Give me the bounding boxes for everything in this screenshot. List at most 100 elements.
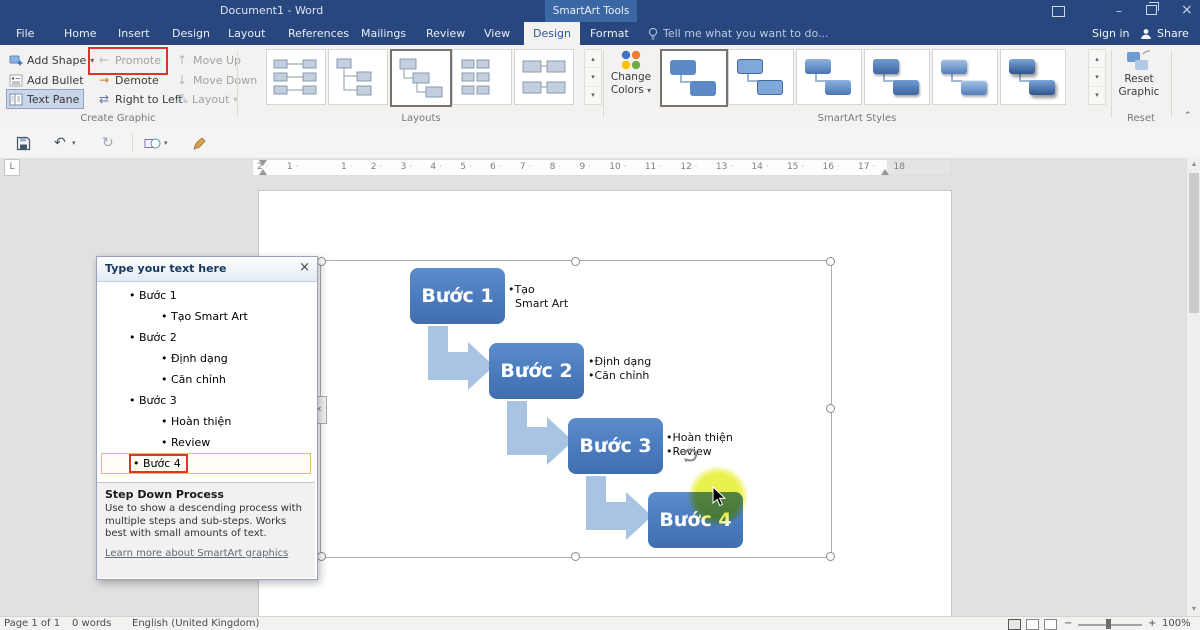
layout-thumbnail-selected[interactable] bbox=[390, 49, 452, 107]
tab-review[interactable]: Review bbox=[420, 22, 471, 45]
learn-more-link[interactable]: Learn more about SmartArt graphics bbox=[105, 548, 288, 559]
smartart-style-thumbnail-selected[interactable] bbox=[660, 49, 728, 107]
scroll-up-icon[interactable]: ▴ bbox=[1187, 157, 1200, 171]
text-pane-item[interactable]: Hoàn thiện bbox=[101, 411, 311, 432]
smartart-shape-buoc-2[interactable]: Bước 2 bbox=[489, 343, 584, 399]
move-down-button[interactable]: ↓ Move Down bbox=[172, 70, 260, 90]
undo-dropdown-icon[interactable]: ▾ bbox=[72, 139, 76, 147]
selection-handle[interactable] bbox=[826, 257, 835, 266]
layout-thumbnail[interactable] bbox=[452, 49, 512, 105]
smartart-style-thumbnail[interactable] bbox=[1000, 49, 1066, 105]
move-up-button[interactable]: ↑ Move Up bbox=[172, 50, 244, 70]
smartart-style-thumbnail[interactable] bbox=[728, 49, 794, 105]
demote-button[interactable]: → Demote bbox=[94, 70, 162, 90]
layout-thumbnail[interactable] bbox=[266, 49, 326, 105]
minimize-icon[interactable]: – bbox=[1116, 3, 1122, 19]
selection-handle[interactable] bbox=[826, 404, 835, 413]
web-layout-button[interactable] bbox=[1044, 619, 1057, 630]
undo-button[interactable]: ↶ bbox=[54, 134, 66, 152]
change-colors-button[interactable]: Change Colors ▾ bbox=[608, 49, 654, 97]
zoom-slider-thumb[interactable] bbox=[1106, 619, 1111, 629]
shapes-tool-button[interactable] bbox=[144, 134, 161, 152]
close-icon[interactable]: × bbox=[299, 260, 310, 275]
share-button[interactable]: Share bbox=[1140, 22, 1189, 45]
tab-insert[interactable]: Insert bbox=[112, 22, 156, 45]
text-pane-item[interactable]: Căn chỉnh bbox=[101, 369, 311, 390]
first-line-indent-marker[interactable] bbox=[259, 160, 267, 166]
promote-button[interactable]: ← Promote bbox=[94, 50, 164, 70]
smartart-note-step-2[interactable]: Định dạng Căn chỉnh bbox=[588, 355, 660, 383]
text-pane-item[interactable]: Review bbox=[101, 432, 311, 453]
restore-window-icon[interactable] bbox=[1146, 1, 1157, 19]
tab-home[interactable]: Home bbox=[58, 22, 102, 45]
save-button[interactable] bbox=[16, 134, 31, 152]
redo-button[interactable]: ↻ bbox=[102, 134, 114, 152]
smartart-shape-buoc-3[interactable]: Bước 3 bbox=[568, 418, 663, 474]
tab-layout[interactable]: Layout bbox=[222, 22, 271, 45]
smartart-shape-buoc-1[interactable]: Bước 1 bbox=[410, 268, 505, 324]
gallery-scroll-down-icon[interactable]: ▾ bbox=[585, 68, 601, 86]
gallery-scroll-down-icon[interactable]: ▾ bbox=[1089, 68, 1105, 86]
reset-graphic-button[interactable]: Reset Graphic bbox=[1114, 49, 1164, 99]
print-layout-button[interactable] bbox=[1026, 619, 1039, 630]
smartart-style-thumbnail[interactable] bbox=[932, 49, 998, 105]
tell-me-box[interactable]: Tell me what you want to do... bbox=[648, 22, 829, 45]
text-pane-item[interactable]: Tạo Smart Art bbox=[101, 306, 311, 327]
tab-smartart-design[interactable]: Design bbox=[524, 22, 580, 45]
smartart-note-step-1[interactable]: Tạo Smart Art bbox=[508, 283, 570, 311]
left-indent-marker[interactable] bbox=[259, 169, 267, 175]
selection-handle[interactable] bbox=[571, 257, 580, 266]
vertical-scrollbar[interactable]: ▴ ▾ bbox=[1186, 157, 1200, 616]
ribbon-display-options-icon[interactable] bbox=[1052, 5, 1065, 21]
word-count[interactable]: 0 words bbox=[72, 618, 111, 630]
smartart-style-thumbnail[interactable] bbox=[864, 49, 930, 105]
tab-selector[interactable]: L bbox=[4, 159, 20, 176]
text-pane-item[interactable]: Định dạng bbox=[101, 348, 311, 369]
tab-smartart-format[interactable]: Format bbox=[584, 22, 635, 45]
sign-in-button[interactable]: Sign in bbox=[1092, 22, 1130, 45]
layout-button[interactable]: Layout ▾ bbox=[172, 89, 240, 109]
zoom-out-icon[interactable]: − bbox=[1064, 618, 1072, 630]
selection-handle[interactable] bbox=[826, 552, 835, 561]
zoom-in-icon[interactable]: + bbox=[1148, 618, 1156, 630]
gallery-more-icon[interactable]: ▾ bbox=[1089, 87, 1105, 104]
gallery-scroll-up-icon[interactable]: ▴ bbox=[585, 50, 601, 68]
smartart-shape-buoc-4[interactable]: Bước 4 bbox=[648, 492, 743, 548]
right-indent-marker[interactable] bbox=[881, 169, 889, 175]
read-mode-button[interactable] bbox=[1008, 619, 1021, 630]
horizontal-ruler[interactable]: 21123456789101112131415161718 bbox=[252, 159, 952, 176]
smartart-selection-frame[interactable] bbox=[320, 260, 832, 558]
tab-mailings[interactable]: Mailings bbox=[355, 22, 412, 45]
scroll-down-icon[interactable]: ▾ bbox=[1187, 602, 1200, 616]
layout-thumbnail[interactable] bbox=[328, 49, 388, 105]
text-pane-button[interactable]: Text Pane bbox=[6, 89, 84, 109]
smartart-note-step-3[interactable]: Hoàn thiện Review bbox=[666, 431, 742, 459]
tab-view[interactable]: View bbox=[478, 22, 516, 45]
collapse-ribbon-icon[interactable]: ⌃ bbox=[1184, 111, 1192, 121]
styles-gallery-scrollbar[interactable]: ▴ ▾ ▾ bbox=[1088, 49, 1106, 105]
gallery-scroll-up-icon[interactable]: ▴ bbox=[1089, 50, 1105, 68]
tab-design[interactable]: Design bbox=[166, 22, 216, 45]
layouts-gallery-scrollbar[interactable]: ▴ ▾ ▾ bbox=[584, 49, 602, 105]
add-shape-button[interactable]: Add Shape ▾ bbox=[6, 50, 97, 70]
shapes-dropdown-icon[interactable]: ▾ bbox=[164, 139, 168, 147]
add-bullet-button[interactable]: Add Bullet bbox=[6, 70, 87, 90]
selection-handle[interactable] bbox=[317, 257, 326, 266]
text-pane-item-buoc-4[interactable]: Bước 4 bbox=[101, 453, 311, 474]
page-indicator[interactable]: Page 1 of 1 bbox=[4, 618, 60, 630]
tab-references[interactable]: References bbox=[282, 22, 355, 45]
layout-thumbnail[interactable] bbox=[514, 49, 574, 105]
text-pane-header[interactable]: Type your text here × bbox=[97, 257, 317, 282]
zoom-level[interactable]: 100% bbox=[1162, 618, 1191, 630]
text-pane-item[interactable]: Bước 1 bbox=[101, 285, 311, 306]
rotate-handle-icon[interactable] bbox=[681, 446, 699, 464]
selection-handle[interactable] bbox=[317, 552, 326, 561]
scrollbar-thumb[interactable] bbox=[1189, 173, 1199, 313]
tab-file[interactable]: File bbox=[10, 22, 40, 45]
close-window-icon[interactable]: × bbox=[1181, 2, 1193, 18]
gallery-more-icon[interactable]: ▾ bbox=[585, 87, 601, 104]
smartart-style-thumbnail[interactable] bbox=[796, 49, 862, 105]
text-pane-item[interactable]: Bước 2 bbox=[101, 327, 311, 348]
edit-button[interactable] bbox=[192, 134, 207, 152]
selection-handle[interactable] bbox=[571, 552, 580, 561]
